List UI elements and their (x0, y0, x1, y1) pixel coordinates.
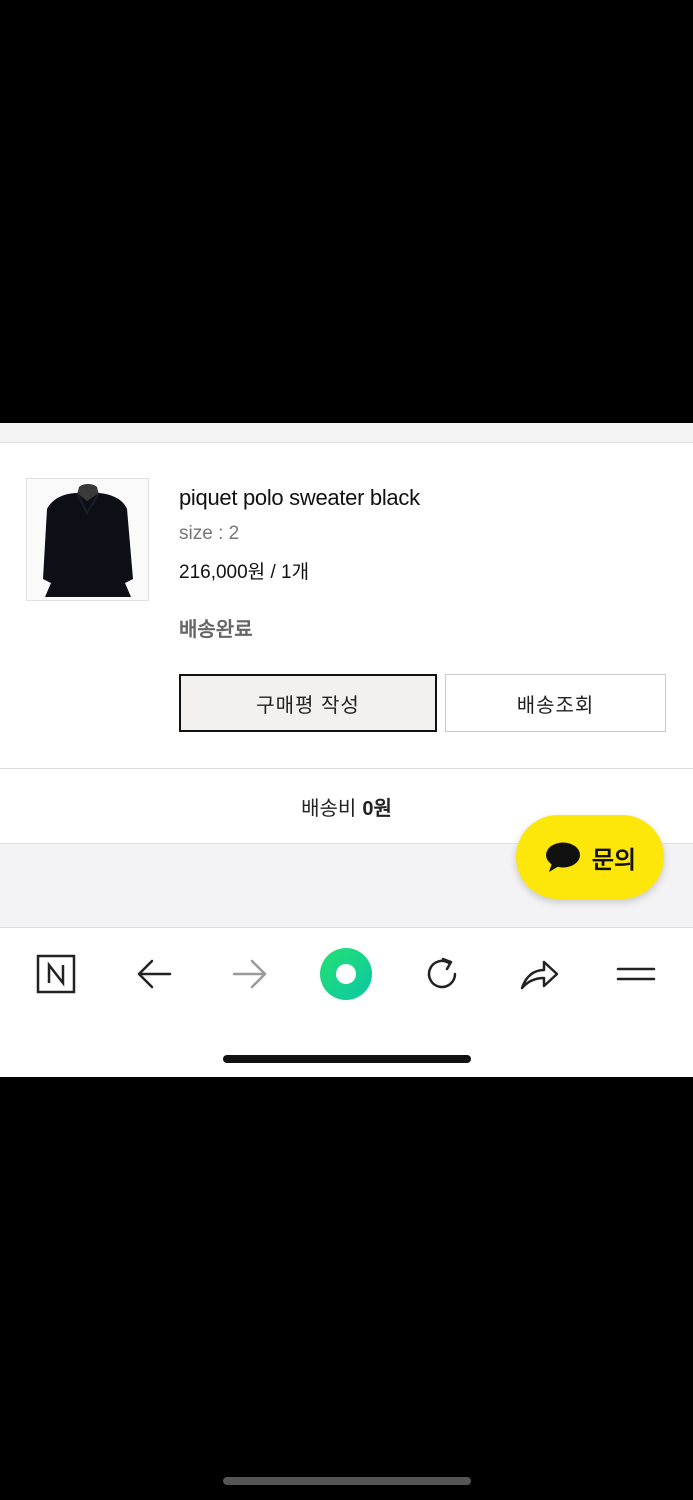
track-delivery-button[interactable]: 배송조회 (445, 674, 666, 732)
shipping-fee-label: 배송비 (301, 797, 357, 820)
app-screen: piquet polo sweater black size : 2 216,0… (0, 423, 693, 1077)
outer-home-indicator (223, 1477, 471, 1485)
write-review-button[interactable]: 구매평 작성 (179, 674, 437, 732)
green-home-icon (320, 948, 372, 1000)
product-name[interactable]: piquet polo sweater black (179, 485, 420, 511)
green-dot-button[interactable] (318, 946, 374, 1002)
back-arrow-icon (137, 959, 172, 989)
menu-icon (616, 967, 656, 981)
inquiry-chat-button[interactable]: 문의 (516, 815, 664, 899)
forward-arrow-icon (232, 959, 267, 989)
reload-button[interactable] (418, 950, 466, 998)
delivery-status: 배송완료 (179, 619, 253, 641)
product-price: 216,000원 / 1개 (179, 562, 310, 583)
share-button[interactable] (515, 950, 563, 998)
chat-bubble-icon (545, 842, 580, 872)
product-thumbnail[interactable] (26, 478, 149, 601)
browser-toolbar (0, 927, 693, 1077)
menu-button[interactable] (612, 950, 660, 998)
back-button[interactable] (130, 950, 178, 998)
order-item-card: piquet polo sweater black size : 2 216,0… (0, 443, 693, 768)
reload-icon (427, 957, 457, 989)
inquiry-label: 문의 (591, 846, 637, 874)
forward-button[interactable] (226, 950, 274, 998)
product-option: size : 2 (179, 523, 240, 544)
naver-home-button[interactable] (32, 950, 80, 998)
share-icon (520, 960, 559, 990)
home-indicator (223, 1055, 471, 1063)
naver-n-icon (36, 954, 76, 994)
black-polo-sweater-image (27, 479, 148, 600)
shipping-fee-value: 0원 (362, 797, 392, 820)
section-divider (0, 423, 693, 443)
